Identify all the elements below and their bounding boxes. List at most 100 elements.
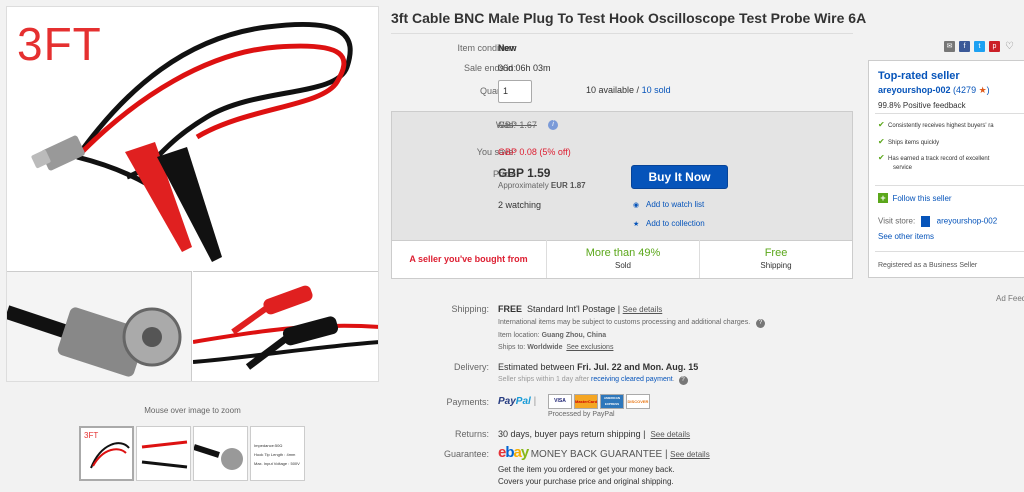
email-icon[interactable]: ✉ bbox=[944, 41, 955, 52]
condition-value: New bbox=[498, 43, 517, 53]
spec-line: Hook Tip Length : 4mm bbox=[254, 452, 296, 457]
delivery-label: Delivery: bbox=[453, 362, 489, 372]
watch-label: Add to watch list bbox=[646, 200, 705, 209]
current-price: GBP 1.59 bbox=[498, 166, 551, 180]
divider bbox=[875, 113, 1024, 114]
save-amount: GBP 0.08 (5% off) bbox=[498, 147, 571, 157]
ships-to: Ships to: Worldwide See exclusions bbox=[498, 344, 613, 351]
facebook-icon[interactable]: f bbox=[959, 41, 970, 52]
approx-price: Approximately EUR 1.87 bbox=[498, 181, 586, 190]
bullet-3: ✔ Has earned a track record of excellent bbox=[878, 153, 989, 162]
divider bbox=[875, 251, 1024, 252]
available-count: 10 available / bbox=[586, 85, 640, 95]
returns-see-details[interactable]: See details bbox=[650, 430, 690, 439]
visit-store: Visit store: areyourshop-002 bbox=[878, 216, 997, 227]
product-photo-bnc bbox=[7, 271, 192, 381]
availability: 10 available / 10 sold bbox=[586, 85, 671, 95]
payments-label: Payments: bbox=[446, 397, 489, 407]
logo-letter: y bbox=[520, 444, 529, 461]
heart-icon[interactable]: ♡ bbox=[1004, 41, 1015, 52]
seller-info-box: Top-rated seller areyourshop-002 (4279 ★… bbox=[868, 60, 1024, 278]
thumbnail-strip: 3FT Impedance:50Ω Hook Tip Length : 4mm … bbox=[79, 426, 305, 481]
delivery-dates: Fri. Jul. 22 and Mon. Aug. 15 bbox=[577, 362, 699, 372]
shipping-label: Shipping: bbox=[451, 304, 489, 314]
feedback-score[interactable]: (4279 ★) bbox=[953, 85, 990, 95]
ends-value: 06d 06h 03m bbox=[498, 63, 551, 73]
ebay-logo: ebay bbox=[498, 444, 529, 461]
shipping-stat-label: Shipping bbox=[760, 261, 792, 270]
was-price: GBP 1.67 bbox=[498, 120, 537, 130]
returns-label: Returns: bbox=[454, 429, 489, 439]
bullet-1: ✔ Consistently receives highest buyers' … bbox=[878, 120, 994, 129]
feedback-paren: ) bbox=[986, 85, 990, 95]
shipping-stat: Free Shipping bbox=[699, 240, 852, 278]
length-badge: 3FT bbox=[17, 18, 102, 70]
cleared-payment-link[interactable]: receiving cleared payment bbox=[591, 376, 673, 383]
returns-text: 30 days, buyer pays return shipping | bbox=[498, 429, 646, 439]
see-exclusions-link[interactable]: See exclusions bbox=[566, 344, 613, 351]
bullet-text: Has earned a track record of excellent bbox=[888, 156, 990, 162]
paypal-logo-pay: Pay bbox=[498, 396, 516, 407]
logo-letter: a bbox=[513, 444, 522, 461]
money-back-guarantee: ebay MONEY BACK GUARANTEE | See details bbox=[498, 444, 710, 461]
sold-stat: More than 49% Sold bbox=[546, 240, 699, 278]
add-to-collection[interactable]: ★ Add to collection bbox=[633, 219, 705, 228]
quantity-input[interactable]: 1 bbox=[498, 80, 532, 103]
top-rated-heading: Top-rated seller bbox=[878, 70, 960, 82]
guarantee-line-1: Get the item you ordered or get your mon… bbox=[498, 465, 675, 474]
buy-it-now-button[interactable]: Buy It Now bbox=[631, 165, 728, 189]
bullet-3-cont: service bbox=[893, 165, 913, 171]
divider bbox=[391, 33, 853, 34]
mastercard-icon: MasterCard bbox=[574, 394, 598, 409]
product-photo-hooks bbox=[192, 271, 378, 381]
sold-stat-value: More than 49% bbox=[585, 247, 661, 259]
plus-icon: + bbox=[878, 193, 888, 203]
location-value: Guang Zhou, China bbox=[541, 332, 607, 339]
follow-label: Follow this seller bbox=[892, 194, 952, 203]
item-title: 3ft Cable BNC Male Plug To Test Hook Osc… bbox=[391, 10, 867, 26]
star-icon: ★ bbox=[978, 85, 987, 95]
ad-feedback-link[interactable]: Ad Feed bbox=[996, 294, 1024, 303]
delivery-text: Estimated between bbox=[498, 362, 575, 372]
guarantee-label: Guarantee: bbox=[443, 449, 489, 459]
thumbnail-1[interactable]: 3FT bbox=[79, 426, 134, 481]
location-label: Item location: bbox=[498, 332, 540, 339]
delivery-note: Seller ships within 1 day after receivin… bbox=[498, 376, 688, 385]
shipping-stat-value: Free bbox=[764, 247, 788, 259]
store-link[interactable]: areyourshop-002 bbox=[937, 217, 997, 226]
bullet-2: ✔ Ships items quickly bbox=[878, 137, 939, 146]
guarantee-see-details[interactable]: See details bbox=[670, 450, 710, 459]
ships-label: Ships to: bbox=[498, 344, 526, 351]
add-to-watch-list[interactable]: ◉ Add to watch list bbox=[633, 200, 704, 209]
logo-letter: b bbox=[505, 444, 514, 461]
positive-feedback: 99.8% Positive feedback bbox=[878, 101, 966, 110]
paypal-logo-pal: Pal bbox=[515, 396, 531, 407]
question-icon[interactable]: ? bbox=[756, 319, 766, 328]
product-photo-cable: 3FT bbox=[7, 7, 378, 270]
sold-stat-label: Sold bbox=[614, 261, 631, 270]
pinterest-icon[interactable]: p bbox=[989, 41, 1000, 52]
main-product-image[interactable]: 3FT bbox=[6, 6, 379, 382]
item-location: Item location: Guang Zhou, China bbox=[498, 332, 606, 339]
info-icon[interactable]: i bbox=[548, 120, 558, 130]
follow-seller[interactable]: + Follow this seller bbox=[878, 193, 952, 203]
sold-link[interactable]: 10 sold bbox=[642, 85, 671, 95]
thumbnail-2[interactable] bbox=[136, 426, 191, 481]
guarantee-title: MONEY BACK GUARANTEE | bbox=[530, 449, 668, 460]
seller-name-link[interactable]: areyourshop-002 bbox=[878, 85, 951, 95]
question-icon[interactable]: ? bbox=[678, 376, 688, 385]
returns-policy: 30 days, buyer pays return shipping | Se… bbox=[498, 429, 690, 439]
twitter-icon[interactable]: t bbox=[974, 41, 985, 52]
thumbnail-specs: Impedance:50Ω Hook Tip Length : 4mm Max.… bbox=[254, 441, 304, 468]
see-other-items[interactable]: See other items bbox=[878, 232, 934, 241]
spec-line: Max. Input Voltage : 500V bbox=[254, 461, 300, 466]
amex-icon: AMERICAN EXPRESS bbox=[600, 394, 624, 409]
visa-icon: VISA bbox=[548, 394, 572, 409]
shipping-see-details[interactable]: See details bbox=[623, 305, 663, 314]
bullet-text: Consistently receives highest buyers' ra bbox=[888, 123, 994, 129]
thumbnail-3[interactable] bbox=[193, 426, 248, 481]
share-icons: ✉ f t p ♡ bbox=[944, 41, 1015, 52]
check-icon: ✔ bbox=[878, 153, 885, 162]
thumbnail-4[interactable]: Impedance:50Ω Hook Tip Length : 4mm Max.… bbox=[250, 426, 305, 481]
ships-value: Worldwide bbox=[527, 344, 563, 351]
